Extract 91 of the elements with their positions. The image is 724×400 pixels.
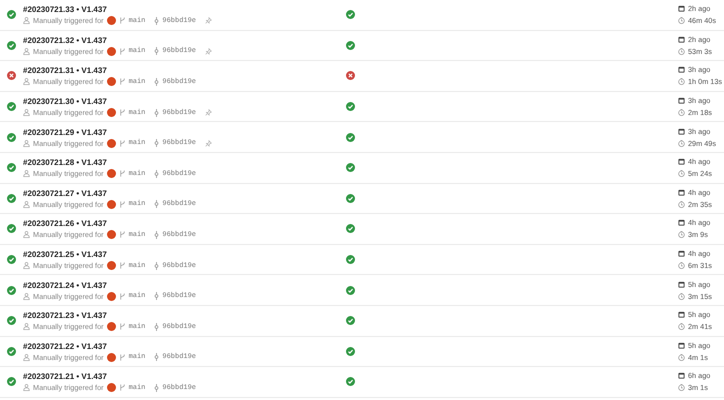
- branch-icon: [118, 140, 126, 147]
- branch-icon: [118, 78, 126, 86]
- calendar-icon: [678, 97, 685, 104]
- clock-icon: [678, 292, 685, 300]
- person-icon: [23, 384, 30, 392]
- person-icon: [23, 262, 30, 270]
- user-avatar: [106, 292, 116, 301]
- calendar-icon: [678, 280, 685, 288]
- calendar-icon: [678, 342, 685, 349]
- calendar-icon: [678, 219, 685, 226]
- user-avatar: [106, 322, 116, 332]
- run-title[interactable]: #20230721.25 • V1.437: [23, 250, 320, 260]
- person-icon: [23, 140, 30, 147]
- commit-icon: [154, 170, 160, 178]
- clock-icon: [678, 262, 685, 270]
- commit-icon: [154, 262, 160, 270]
- user-avatar: [106, 77, 116, 86]
- commit-icon: [154, 78, 160, 86]
- commit-icon: [154, 322, 160, 331]
- user-avatar: [106, 261, 116, 270]
- clock-icon: [678, 231, 685, 238]
- branch-icon: [118, 48, 126, 55]
- calendar-icon: [678, 158, 685, 166]
- branch-icon: [118, 231, 126, 238]
- user-avatar: [106, 46, 116, 56]
- run-title[interactable]: #20230721.30 • V1.437: [23, 97, 320, 106]
- clock-icon: [678, 48, 685, 55]
- calendar-icon: [678, 36, 685, 43]
- calendar-icon: [678, 250, 685, 258]
- clock-icon: [678, 78, 685, 86]
- person-icon: [23, 292, 30, 300]
- commit-icon: [154, 230, 160, 239]
- run-title[interactable]: #20230721.26 • V1.437: [23, 219, 320, 228]
- user-avatar: [106, 230, 116, 240]
- clock-icon: [678, 354, 685, 361]
- calendar-icon: [678, 311, 685, 318]
- user-avatar: [106, 352, 116, 362]
- clock-icon: [678, 109, 685, 116]
- commit-icon: [154, 200, 160, 208]
- commit-icon: [154, 47, 160, 56]
- calendar-icon: [678, 5, 685, 12]
- run-title[interactable]: #20230721.33 • V1.437: [23, 5, 320, 14]
- run-title[interactable]: #20230721.29 • V1.437: [23, 128, 320, 137]
- calendar-icon: [678, 66, 685, 74]
- clock-icon: [678, 200, 685, 208]
- user-avatar: [106, 16, 116, 26]
- clock-icon: [678, 323, 685, 330]
- commit-icon: [154, 384, 160, 392]
- person-icon: [23, 231, 30, 238]
- person-icon: [23, 170, 30, 178]
- person-icon: [23, 78, 30, 86]
- clock-icon: [678, 140, 685, 147]
- run-title[interactable]: #20230721.31 • V1.437: [23, 66, 320, 76]
- run-title[interactable]: #20230721.23 • V1.437: [23, 311, 320, 320]
- run-title[interactable]: #20230721.24 • V1.437: [23, 280, 320, 290]
- run-title[interactable]: #20230721.27 • V1.437: [23, 188, 320, 198]
- clock-icon: [678, 384, 685, 392]
- user-avatar: [106, 169, 116, 178]
- branch-icon: [118, 109, 126, 116]
- calendar-icon: [678, 128, 685, 135]
- user-avatar: [106, 108, 116, 118]
- person-icon: [23, 109, 30, 116]
- branch-icon: [118, 17, 126, 24]
- user-avatar: [106, 383, 116, 392]
- user-avatar: [106, 138, 116, 148]
- commit-icon: [154, 16, 160, 25]
- run-title[interactable]: #20230721.21 • V1.437: [23, 372, 320, 382]
- run-title[interactable]: #20230721.22 • V1.437: [23, 342, 320, 351]
- commit-icon: [154, 292, 160, 300]
- commit-icon: [154, 108, 160, 117]
- branch-icon: [118, 354, 126, 361]
- run-title[interactable]: #20230721.28 • V1.437: [23, 158, 320, 168]
- person-icon: [23, 354, 30, 361]
- clock-icon: [678, 170, 685, 178]
- run-title[interactable]: #20230721.32 • V1.437: [23, 36, 320, 45]
- commit-icon: [154, 139, 160, 148]
- calendar-icon: [678, 188, 685, 196]
- branch-icon: [118, 170, 126, 178]
- branch-icon: [118, 384, 126, 392]
- user-avatar: [106, 200, 116, 209]
- branch-icon: [118, 323, 126, 330]
- clock-icon: [678, 17, 685, 24]
- branch-icon: [118, 292, 126, 300]
- person-icon: [23, 323, 30, 330]
- person-icon: [23, 17, 30, 24]
- commit-icon: [154, 353, 160, 362]
- branch-icon: [118, 200, 126, 208]
- branch-icon: [118, 262, 126, 270]
- calendar-icon: [678, 372, 685, 380]
- person-icon: [23, 200, 30, 208]
- person-icon: [23, 48, 30, 55]
